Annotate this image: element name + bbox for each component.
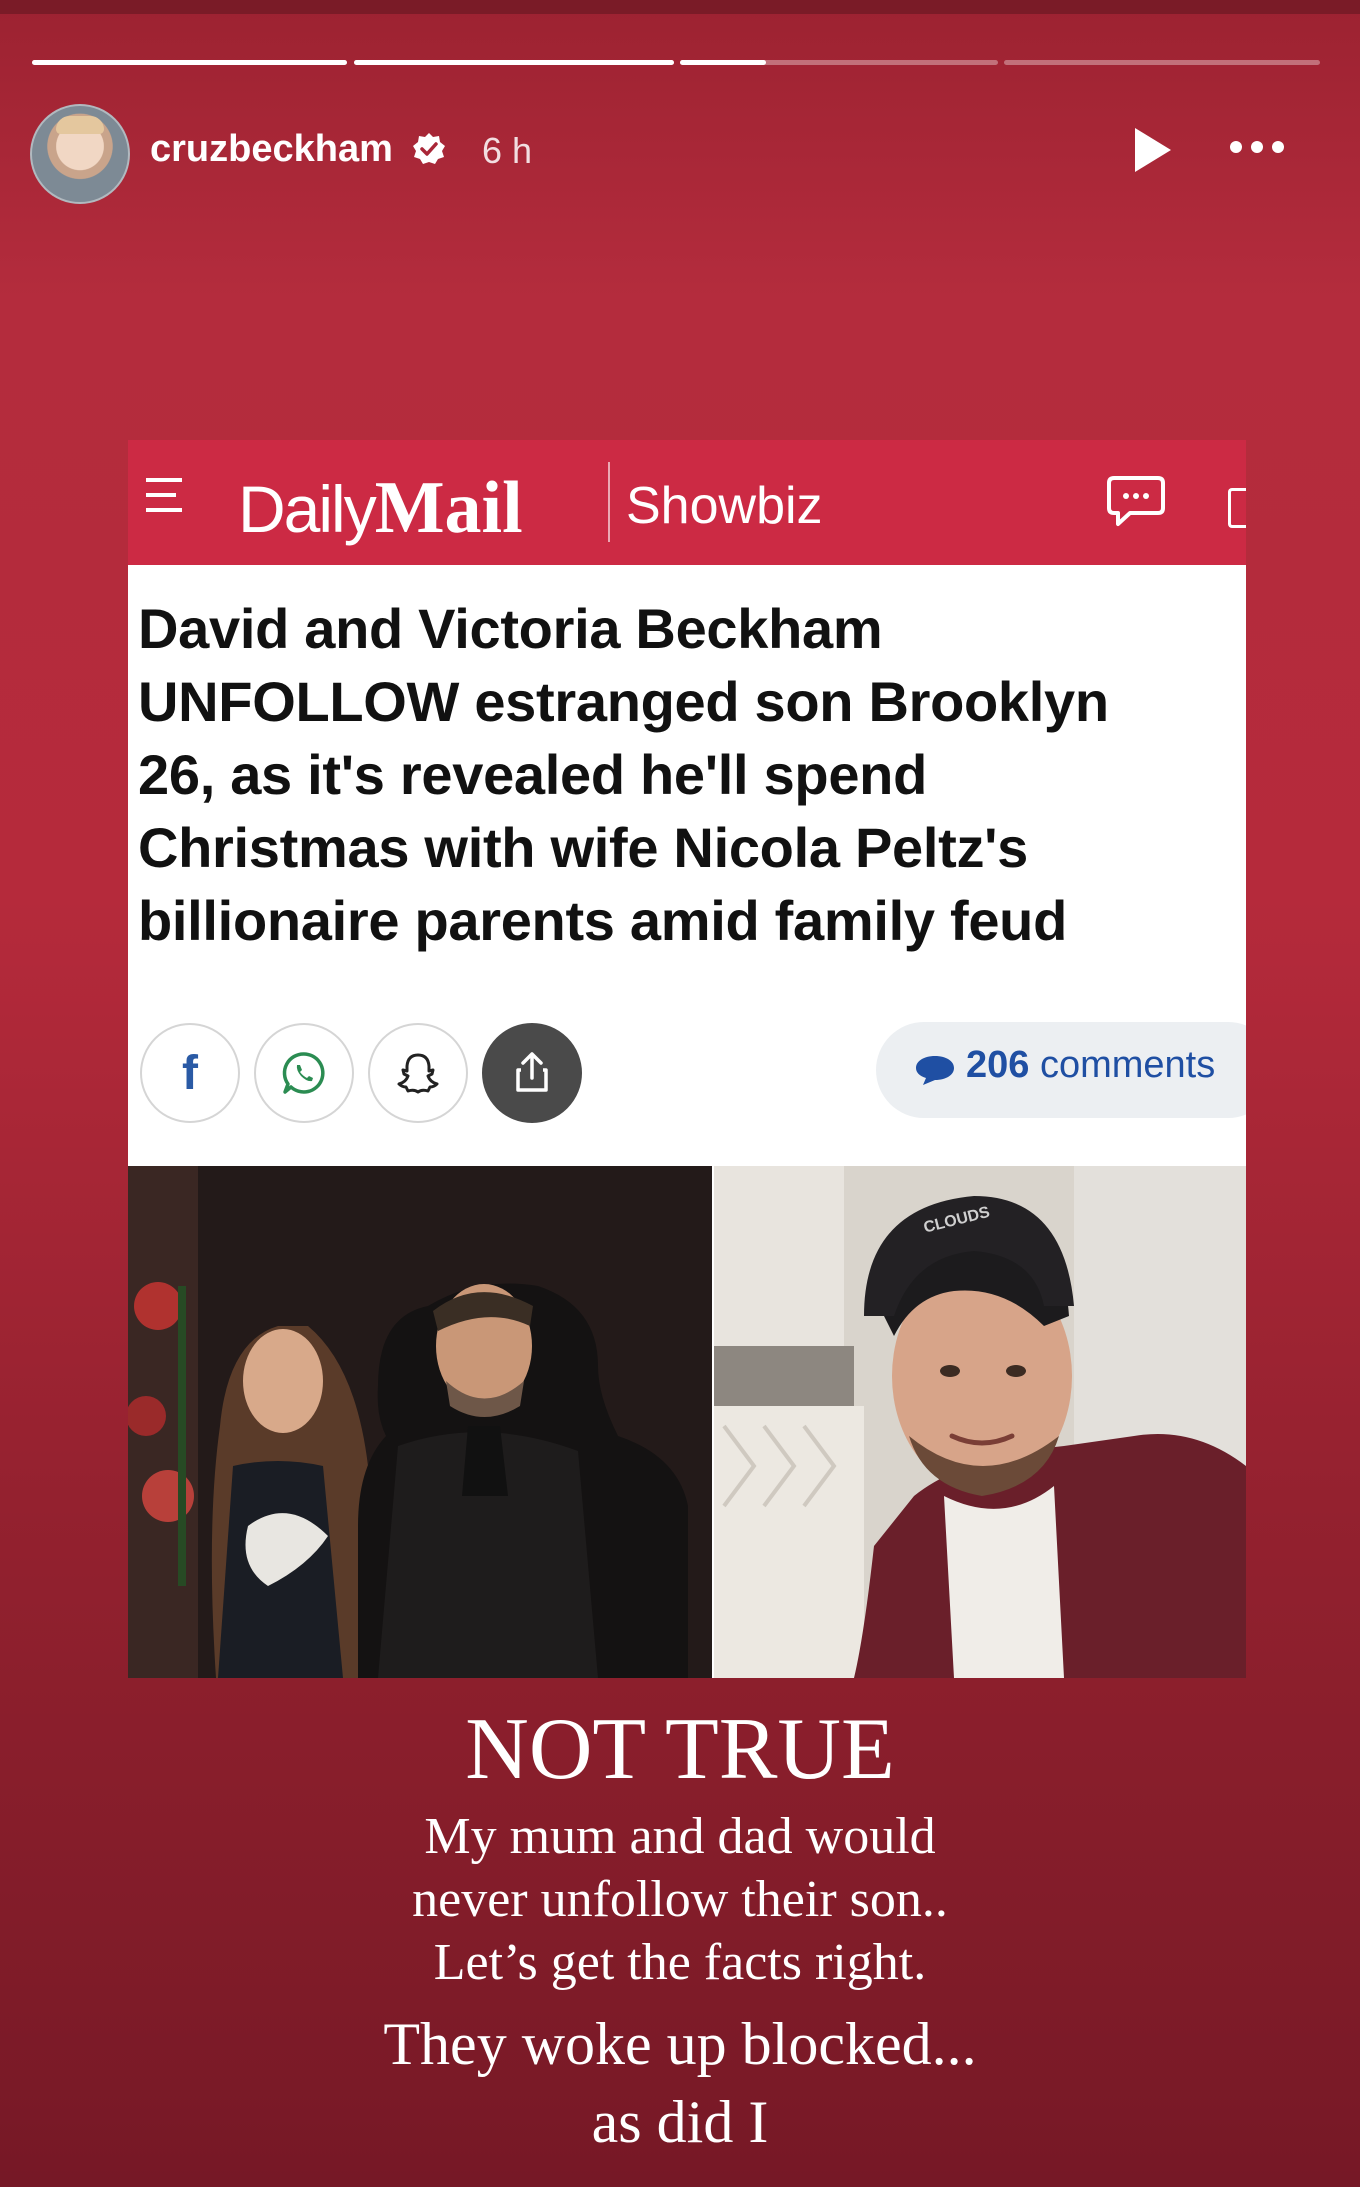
comments-pill: 206 comments xyxy=(876,1022,1246,1118)
progress-segment-2 xyxy=(354,60,674,65)
snapchat-icon xyxy=(368,1023,468,1123)
logo-daily: Daily xyxy=(238,472,377,546)
more-options-icon[interactable] xyxy=(1230,141,1293,153)
comment-icon xyxy=(1107,476,1165,526)
avatar[interactable] xyxy=(30,104,130,204)
comments-label: comments xyxy=(1039,1044,1216,1086)
post-time: 6 h xyxy=(482,130,533,171)
photo-brooklyn: CLOUDS xyxy=(714,1166,1246,1678)
headline-line: David and Victoria Beckham xyxy=(138,597,883,660)
facebook-icon: f xyxy=(140,1023,240,1123)
header-divider xyxy=(608,462,610,542)
progress-segment-3 xyxy=(680,60,998,65)
comments-count: 206 xyxy=(966,1044,1030,1086)
article-screenshot: DailyMail Showbiz David and Victoria Bec… xyxy=(128,440,1246,1678)
share-icon xyxy=(482,1023,582,1123)
play-icon[interactable] xyxy=(1135,128,1171,172)
caption-line: as did I xyxy=(591,2089,769,2155)
logo-mail: Mail xyxy=(374,467,523,549)
comment-bubble-icon xyxy=(916,1056,954,1085)
caption-line: never unfollow their son.. xyxy=(412,1871,948,1928)
whatsapp-icon xyxy=(254,1023,354,1123)
bookmark-icon xyxy=(1228,488,1246,528)
caption-body: My mum and dad would never unfollow thei… xyxy=(0,1805,1360,1994)
caption-line: My mum and dad would xyxy=(424,1808,936,1865)
caption-line: Let’s get the facts right. xyxy=(433,1934,927,1991)
caption-line: They woke up blocked... xyxy=(383,2011,977,2077)
section-label: Showbiz xyxy=(626,477,823,535)
username[interactable]: cruzbeckham xyxy=(150,128,393,171)
caption-title: NOT TRUE xyxy=(465,1701,895,1798)
headline-line: billionaire parents amid family feud xyxy=(138,889,1067,952)
article-header: DailyMail Showbiz xyxy=(128,440,1246,565)
daily-mail-logo: DailyMail xyxy=(238,466,523,551)
progress-segment-1 xyxy=(32,60,347,65)
article-headline: David and Victoria Beckham UNFOLLOW estr… xyxy=(138,592,1246,957)
caption-closing: They woke up blocked... as did I xyxy=(0,2005,1360,2161)
progress-segment-4 xyxy=(1004,60,1320,65)
story-viewer[interactable]: cruzbeckham 6 h DailyMail Showbiz David … xyxy=(0,0,1360,2187)
headline-line: 26, as it's revealed he'll spend xyxy=(138,743,927,806)
comments-count-text: 206 comments xyxy=(966,1044,1215,1087)
headline-line: UNFOLLOW estranged son Brooklyn xyxy=(138,670,1109,733)
photo-david-victoria xyxy=(128,1166,712,1678)
headline-line: Christmas with wife Nicola Peltz's xyxy=(138,816,1029,879)
top-frame xyxy=(0,0,1360,14)
menu-icon xyxy=(146,478,182,523)
verified-badge-icon xyxy=(413,133,445,164)
